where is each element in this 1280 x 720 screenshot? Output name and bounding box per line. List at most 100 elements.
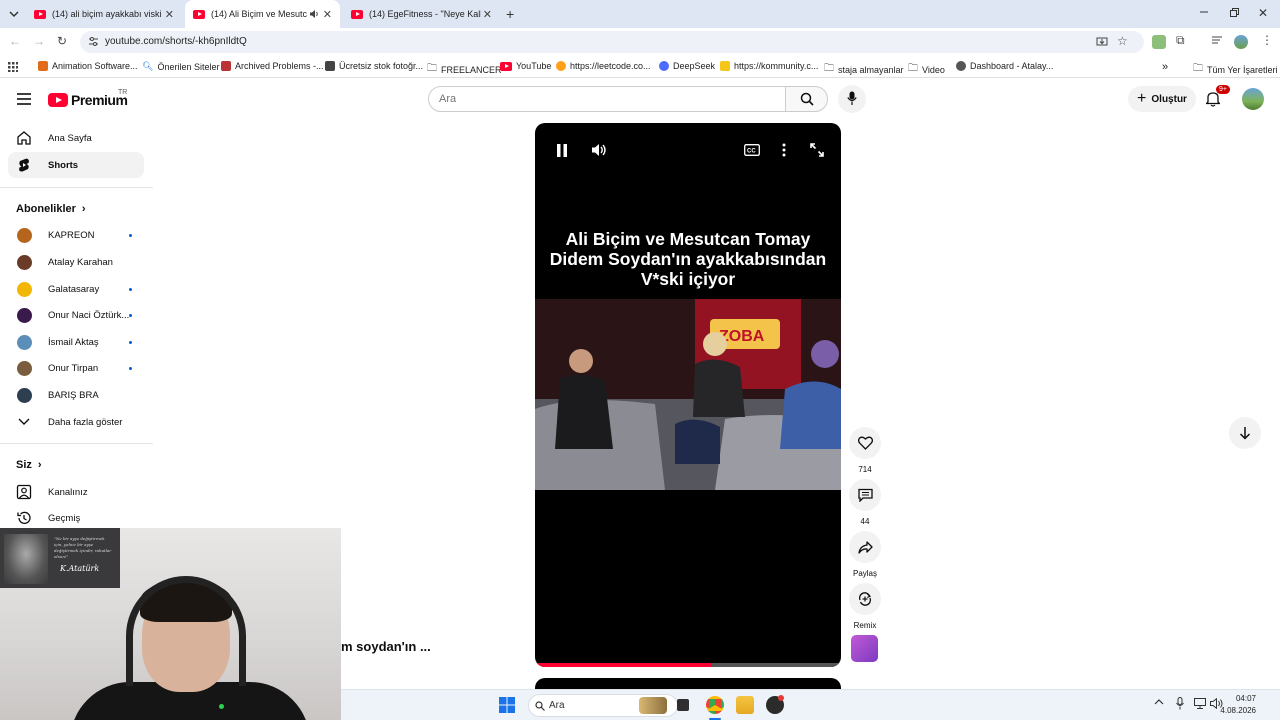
minimize-button[interactable] bbox=[1199, 7, 1209, 17]
audio-thumbnail[interactable] bbox=[851, 635, 878, 662]
new-content-dot bbox=[129, 313, 132, 317]
sidebar-item-shorts[interactable]: Shorts bbox=[8, 152, 144, 178]
folder-icon: 🗀 bbox=[824, 63, 834, 74]
search-input[interactable] bbox=[439, 93, 769, 105]
sidebar-item-label: Atalay Karahan bbox=[48, 256, 113, 268]
file-explorer-icon[interactable] bbox=[736, 696, 754, 714]
share-action[interactable]: Paylaş bbox=[849, 531, 881, 578]
extension-icon[interactable] bbox=[1152, 35, 1166, 49]
sidebar-item-subscription[interactable]: Atalay Karahan bbox=[8, 249, 144, 275]
remix-icon bbox=[858, 592, 872, 606]
create-button[interactable]: + Oluştur bbox=[1128, 86, 1196, 112]
sidebar-item-subscription[interactable]: İsmail Aktaş bbox=[8, 329, 144, 355]
bookmark-item[interactable]: https://leetcode.co... bbox=[556, 61, 651, 71]
bookmark-item[interactable]: Archived Problems -... bbox=[221, 61, 324, 71]
site-info-icon[interactable] bbox=[88, 36, 99, 47]
start-icon[interactable] bbox=[499, 697, 515, 713]
apps-grid-icon[interactable] bbox=[8, 62, 18, 72]
share-button[interactable] bbox=[849, 531, 881, 563]
caption-line: Ali Biçim ve Mesutcan Tomay bbox=[565, 229, 811, 249]
sidebar-item-subscription[interactable]: Galatasaray bbox=[8, 276, 144, 302]
browser-tab[interactable]: (14) EgeFitness - "Neye Kalktı" ✕ bbox=[343, 0, 500, 28]
clock-date[interactable]: 4.08.2026 bbox=[1220, 706, 1256, 715]
url-text[interactable]: youtube.com/shorts/-kh6pnIldtQ bbox=[105, 36, 247, 47]
close-tab-icon[interactable]: ✕ bbox=[323, 8, 332, 21]
close-tab-icon[interactable]: ✕ bbox=[483, 8, 492, 21]
speaker-icon[interactable] bbox=[309, 9, 319, 19]
captions-button[interactable]: CC bbox=[743, 141, 761, 159]
profile-avatar[interactable] bbox=[1234, 35, 1248, 49]
comment-action[interactable]: 44 bbox=[849, 479, 881, 526]
tray-mic-icon[interactable] bbox=[1176, 697, 1184, 710]
bookmark-star-icon[interactable]: ☆ bbox=[1117, 34, 1128, 48]
address-bar[interactable]: youtube.com/shorts/-kh6pnIldtQ ☆ bbox=[80, 31, 1144, 53]
wall-poster: "Ne bir ayşe değiştirmek için, yalnız bi… bbox=[0, 528, 120, 588]
volume-button[interactable] bbox=[590, 141, 608, 159]
mic-indicator bbox=[219, 704, 224, 709]
forward-icon[interactable]: → bbox=[33, 34, 45, 48]
reading-list-icon[interactable] bbox=[1211, 34, 1223, 46]
close-window-button[interactable]: ✕ bbox=[1258, 6, 1268, 20]
task-view-icon[interactable] bbox=[677, 699, 689, 711]
like-action[interactable]: 714 bbox=[849, 427, 881, 474]
bookmark-folder[interactable]: 🗀 Video bbox=[908, 61, 945, 78]
youtube-favicon-icon bbox=[500, 61, 512, 71]
sidebar-item-subscription[interactable]: KAPREON bbox=[8, 222, 144, 248]
bookmark-item[interactable]: Ücretsiz stok fotoğr... bbox=[325, 61, 423, 71]
tray-chevron-icon[interactable] bbox=[1154, 698, 1164, 706]
short-title[interactable]: m soydan'ın ... bbox=[341, 639, 431, 654]
close-tab-icon[interactable]: ✕ bbox=[165, 8, 174, 21]
reload-icon[interactable]: ↻ bbox=[57, 34, 67, 48]
bookmark-item[interactable]: Animation Software... bbox=[38, 61, 138, 71]
bookmark-folder[interactable]: 🗀 staja almayanlar bbox=[824, 61, 904, 78]
show-more-button[interactable]: Daha fazla göster bbox=[8, 409, 144, 435]
youtube-premium-logo[interactable]: Premium bbox=[48, 92, 128, 108]
bookmark-item[interactable]: 🔍︎ Önerilen Siteler bbox=[142, 61, 219, 72]
more-bookmarks-icon[interactable]: » bbox=[1162, 61, 1168, 73]
next-video-button[interactable] bbox=[1229, 417, 1261, 449]
shorts-video-player[interactable]: CC Ali Biçim ve Mesutcan Tomay Didem Soy… bbox=[535, 123, 841, 667]
clock-time[interactable]: 04:07 bbox=[1236, 694, 1256, 703]
all-bookmarks-folder[interactable]: 🗀 Tüm Yer İşaretleri bbox=[1193, 61, 1278, 78]
bookmark-item[interactable]: YouTube bbox=[500, 61, 551, 71]
account-avatar[interactable] bbox=[1242, 88, 1264, 110]
bookmark-item[interactable]: Dashboard - Atalay... bbox=[956, 61, 1053, 71]
sidebar-item-home[interactable]: Ana Sayfa bbox=[8, 125, 144, 151]
share-icon bbox=[857, 540, 873, 554]
taskbar-search[interactable]: Ara bbox=[528, 694, 678, 717]
bookmark-folder[interactable]: 🗀 FREELANCER bbox=[427, 61, 502, 78]
new-tab-button[interactable]: + bbox=[506, 6, 514, 22]
browser-tab-active[interactable]: (14) Ali Biçim ve Mesutcan ✕ bbox=[185, 0, 340, 28]
back-icon[interactable]: ← bbox=[9, 34, 21, 48]
remix-action[interactable]: Remix bbox=[849, 583, 881, 630]
install-app-icon[interactable] bbox=[1096, 36, 1108, 48]
network-icon[interactable] bbox=[1194, 698, 1206, 709]
sidebar-item-subscription[interactable]: Onur Naci Öztürk... bbox=[8, 302, 144, 328]
sidebar-item-subscription[interactable]: Onur Tirpan bbox=[8, 355, 144, 381]
tab-search-icon[interactable] bbox=[7, 7, 21, 21]
remix-button[interactable] bbox=[849, 583, 881, 615]
bookmark-item[interactable]: https://kommunity.c... bbox=[720, 61, 818, 71]
voice-search-button[interactable] bbox=[838, 85, 866, 113]
search-box[interactable] bbox=[428, 86, 786, 112]
country-code: TR bbox=[118, 89, 128, 96]
notifications-button[interactable]: 9+ bbox=[1204, 85, 1230, 110]
you-heading[interactable]: Siz › bbox=[16, 459, 42, 471]
chrome-icon[interactable] bbox=[706, 696, 724, 714]
guide-sidebar: Ana Sayfa Shorts Abonelikler › KAPREON A… bbox=[0, 119, 153, 529]
browser-tab[interactable]: (14) ali biçim ayakkabı viski - Yo ✕ bbox=[26, 0, 182, 28]
pause-button[interactable] bbox=[553, 141, 571, 159]
sidebar-item-your-channel[interactable]: Kanalınız bbox=[8, 479, 144, 505]
browser-menu-icon[interactable]: ⋮ bbox=[1261, 33, 1273, 47]
sidebar-item-subscription[interactable]: BARIŞ BRA bbox=[8, 382, 144, 408]
comment-button[interactable] bbox=[849, 479, 881, 511]
bookmark-item[interactable]: DeepSeek bbox=[659, 61, 715, 71]
guide-menu-icon[interactable] bbox=[17, 93, 31, 105]
more-options-icon[interactable] bbox=[775, 141, 793, 159]
fullscreen-icon[interactable] bbox=[808, 141, 826, 159]
subscriptions-heading[interactable]: Abonelikler › bbox=[16, 203, 86, 215]
restore-button[interactable] bbox=[1229, 8, 1239, 18]
search-button[interactable] bbox=[785, 86, 828, 112]
extensions-puzzle-icon[interactable]: ⧉ bbox=[1176, 33, 1185, 48]
like-button[interactable] bbox=[849, 427, 881, 459]
